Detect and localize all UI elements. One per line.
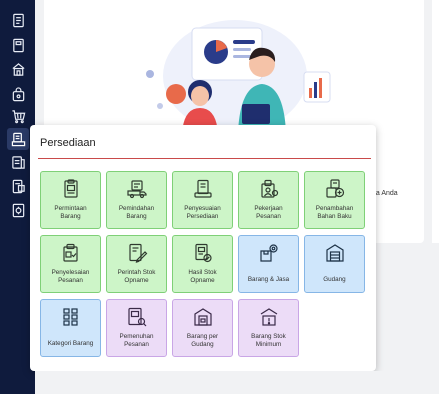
tile-barang-stok-minimum[interactable]: Barang Stok Minimum (238, 299, 299, 357)
tile-pemindahan-barang[interactable]: Pemindahan Barang (106, 171, 167, 229)
truck-icon (126, 178, 148, 200)
welcome-illustration (146, 20, 331, 133)
warehouse-icon (324, 242, 346, 264)
warehouse-alert-icon (258, 306, 280, 328)
tile-label: Opname (124, 276, 149, 284)
worker-doc-icon (258, 178, 280, 200)
inventory-menu-panel: Persediaan Permintaan Barang Pemindahan Ba… (30, 125, 376, 371)
tile-penyesuaian-persediaan[interactable]: Penyesuaian Persediaan (172, 171, 233, 229)
warehouse-box-icon (192, 306, 214, 328)
tile-label: Opname (190, 276, 215, 284)
tile-hasil-stok-opname[interactable]: Hasil Stok Opname (172, 235, 233, 293)
doc-plus-icon (324, 178, 346, 200)
tile-penyelesaian-pesanan[interactable]: Penyelesaian Pesanan (40, 235, 101, 293)
tile-label: Pesanan (124, 340, 149, 348)
inventory-icon[interactable] (7, 128, 29, 150)
tile-label: Minimum (255, 340, 282, 348)
tile-permintaan-barang[interactable]: Permintaan Barang (40, 171, 101, 229)
tile-label: Pemenuhan (119, 333, 154, 340)
tile-penambahan-bahan-baku[interactable]: Penambahan Bahan Baku (304, 171, 365, 229)
tile-perintah-stok-opname[interactable]: Perintah Stok Opname (106, 235, 167, 293)
tile-label: Kategori Barang (47, 340, 94, 347)
tile-label: Barang (60, 212, 81, 220)
book-icon[interactable] (10, 178, 26, 194)
tile-label: Barang per (186, 333, 219, 340)
bag-icon[interactable] (10, 86, 26, 102)
report-icon[interactable] (10, 154, 26, 170)
footer-area (35, 371, 439, 394)
cart-icon[interactable] (10, 108, 26, 124)
doc-search-icon (126, 306, 148, 328)
tile-label: Pesanan (256, 212, 281, 220)
tile-label: Penyelesaian (51, 269, 90, 276)
tile-label: Barang (126, 212, 147, 220)
tile-label: Penambahan (315, 205, 354, 212)
grid-list-icon (60, 306, 82, 328)
doc-pencil-icon (126, 242, 148, 264)
notebook-icon[interactable] (10, 37, 26, 53)
clipboard-doc-icon (60, 178, 82, 200)
tile-label: Penyesuaian (184, 205, 221, 212)
document-icon[interactable] (10, 12, 26, 28)
tile-pekerjaan-pesanan[interactable]: Pekerjaan Pesanan (238, 171, 299, 229)
tile-label: Pekerjaan (254, 205, 283, 212)
clipboard-check-icon (192, 178, 214, 200)
settings-doc-icon[interactable] (10, 202, 26, 218)
tile-label: Perintah Stok (117, 269, 156, 276)
panel-title: Persediaan (40, 137, 96, 149)
tile-pemenuhan-pesanan[interactable]: Pemenuhan Pesanan (106, 299, 167, 357)
tile-gudang[interactable]: Gudang (304, 235, 365, 293)
tile-label: Pemindahan (118, 205, 155, 212)
title-divider (38, 158, 371, 159)
tile-kategori-barang[interactable]: Kategori Barang (40, 299, 101, 357)
tile-barang-jasa[interactable]: Barang & Jasa (238, 235, 299, 293)
doc-check-icon (192, 242, 214, 264)
tile-label: Gudang (323, 276, 346, 283)
tile-label: Persediaan (186, 212, 219, 220)
tile-label: Permintaan (54, 205, 87, 212)
building-icon[interactable] (10, 61, 26, 77)
box-gear-icon (258, 242, 280, 264)
tile-label: Barang & Jasa (247, 276, 290, 283)
tile-label: Gudang (191, 340, 214, 348)
tile-label: Barang Stok (251, 333, 286, 340)
side-card (432, 0, 439, 243)
tile-label: Hasil Stok (188, 269, 217, 276)
tile-label: Pesanan (58, 276, 83, 284)
tile-barang-per-gudang[interactable]: Barang per Gudang (172, 299, 233, 357)
box-doc-icon (60, 242, 82, 264)
tile-label: Bahan Baku (317, 212, 352, 220)
